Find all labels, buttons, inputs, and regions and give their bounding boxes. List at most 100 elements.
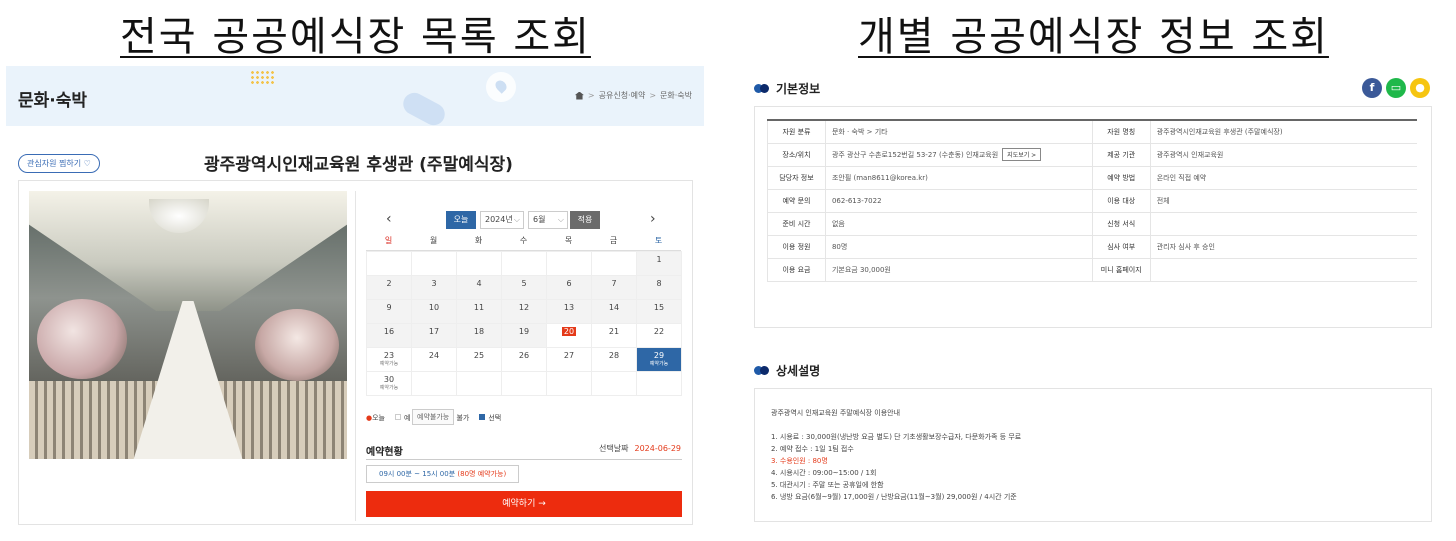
calendar-day[interactable]: 23 예약가능 bbox=[366, 347, 412, 372]
calendar-day[interactable]: 28 bbox=[591, 347, 637, 372]
chevron-down-icon: ⌵ bbox=[513, 215, 520, 224]
calendar-day[interactable]: 17 bbox=[411, 323, 457, 348]
calendar-day[interactable]: 13 bbox=[546, 299, 592, 324]
weekday-label: 목 bbox=[564, 236, 573, 245]
calendar-day[interactable]: 18 bbox=[456, 323, 502, 348]
year-select[interactable]: 2024년 ⌵ bbox=[480, 211, 524, 229]
next-month-button[interactable]: › bbox=[650, 211, 656, 227]
day-number: 26 bbox=[518, 351, 530, 360]
calendar-week: 16 17 18 19 20 21 22 bbox=[366, 323, 682, 348]
home-icon[interactable] bbox=[574, 91, 584, 100]
calendar-day[interactable]: 12 bbox=[501, 299, 547, 324]
calendar-day[interactable]: 24 bbox=[411, 347, 457, 372]
info-value: 062-613-7022 bbox=[825, 189, 1093, 213]
calendar-day[interactable]: 3 bbox=[411, 275, 457, 300]
detail-description: 광주광역시 인재교육원 주말예식장 이용안내 1. 시용료 : 30,000원(냉… bbox=[771, 407, 1021, 503]
day-number: 2 bbox=[386, 279, 392, 288]
info-value: 광주 광산구 수촌로152번길 53-27 (수춘동) 인재교육원 지도보기 > bbox=[825, 143, 1093, 167]
favorite-button[interactable]: 관심자원 찜하기 ♡ bbox=[18, 154, 100, 173]
legend-today: ●오늘 bbox=[366, 414, 385, 422]
day-number: 20 bbox=[561, 327, 577, 336]
info-key: 담당자 정보 bbox=[767, 166, 826, 190]
calendar-day[interactable]: 15 bbox=[636, 299, 682, 324]
day-number: 16 bbox=[383, 327, 395, 336]
breadcrumb-item[interactable]: 문화·숙박 bbox=[660, 90, 692, 101]
calendar-day[interactable]: 6 bbox=[546, 275, 592, 300]
calendar-day[interactable]: 20 bbox=[546, 323, 592, 348]
calendar-day[interactable]: 7 bbox=[591, 275, 637, 300]
detail-header: 상세설명 bbox=[754, 362, 820, 379]
calendar-day[interactable]: 16 bbox=[366, 323, 412, 348]
detail-box: 광주광역시 인재교육원 주말예식장 이용안내 1. 시용료 : 30,000원(냉… bbox=[754, 388, 1432, 522]
calendar-day[interactable]: 21 bbox=[591, 323, 637, 348]
calendar-day[interactable]: 30 예약가능 bbox=[366, 371, 412, 396]
calendar-week: 30 예약가능 bbox=[366, 371, 682, 396]
day-number: 17 bbox=[428, 327, 440, 336]
info-key: 예약 방법 bbox=[1091, 166, 1151, 190]
day-availability-note: 예약가능 bbox=[379, 385, 399, 391]
info-table: 자원 분류 문화 · 숙박 > 기타 자원 명칭 광주광역시인재교육원 후생관 (주말… bbox=[767, 119, 1417, 282]
info-key: 신청 서식 bbox=[1091, 212, 1151, 236]
info-key: 이용 정원 bbox=[767, 235, 826, 259]
calendar-day[interactable]: 2 bbox=[366, 275, 412, 300]
info-row: 이용 정원 80명 심사 여부 관리자 심사 후 승인 bbox=[767, 235, 1417, 259]
calendar-day[interactable]: 27 bbox=[546, 347, 592, 372]
info-value: 온라인 직접 예약 bbox=[1150, 166, 1417, 190]
calendar-day[interactable]: 4 bbox=[456, 275, 502, 300]
description-line: 3. 수용인원 : 80명 bbox=[771, 457, 828, 465]
calendar-day[interactable]: 19 bbox=[501, 323, 547, 348]
description-line: 2. 예약 접수 : 1일 1팀 접수 bbox=[771, 445, 854, 453]
prev-month-button[interactable]: ‹ bbox=[386, 211, 392, 227]
map-button[interactable]: 지도보기 > bbox=[1002, 148, 1042, 161]
calendar-day bbox=[591, 371, 637, 396]
reserve-button[interactable]: 예약하기 → bbox=[366, 491, 682, 517]
calendar-day[interactable]: 22 bbox=[636, 323, 682, 348]
reservation-status-title: 예약현황 bbox=[366, 447, 403, 458]
kakao-icon[interactable]: ● bbox=[1410, 78, 1430, 98]
legend-unavailable: 불가 bbox=[456, 414, 470, 422]
calendar-day[interactable]: 8 bbox=[636, 275, 682, 300]
calendar-day[interactable]: 14 bbox=[591, 299, 637, 324]
calendar-day[interactable]: 26 bbox=[501, 347, 547, 372]
calendar-day[interactable]: 29 예약가능 bbox=[636, 347, 682, 372]
info-key: 자원 명칭 bbox=[1091, 120, 1151, 144]
calendar-day bbox=[456, 371, 502, 396]
info-value: 조안필 (man8611@korea.kr) bbox=[825, 166, 1093, 190]
info-key: 제공 기관 bbox=[1091, 143, 1151, 167]
calendar-day[interactable]: 11 bbox=[456, 299, 502, 324]
breadcrumb-item[interactable]: 공유신청·예약 bbox=[599, 90, 646, 101]
weekday-label: 토 bbox=[654, 236, 663, 245]
venue-card: ‹ 오늘 2024년 ⌵ 6월 ⌵ 적용 › 일월화수목금토 1 2 3 4 5 6 7 8 9 10… bbox=[18, 180, 693, 525]
day-number: 5 bbox=[521, 279, 527, 288]
legend-reservable: 예 bbox=[395, 413, 410, 423]
info-row: 예약 문의 062-613-7022 이용 대상 전체 bbox=[767, 189, 1417, 213]
time-slot[interactable]: 09시 00분 ~ 15시 00분 (80명 예약가능) bbox=[366, 465, 520, 483]
calendar-week: 9 10 11 12 13 14 15 bbox=[366, 299, 682, 324]
info-value: 없음 bbox=[825, 212, 1093, 236]
weekday-label: 일 bbox=[384, 236, 393, 245]
calendar-day[interactable]: 10 bbox=[411, 299, 457, 324]
chevron-down-icon: ⌵ bbox=[557, 215, 564, 224]
calendar-day[interactable]: 25 bbox=[456, 347, 502, 372]
info-value: 광주광역시 인재교육원 bbox=[1150, 143, 1417, 167]
today-button[interactable]: 오늘 bbox=[446, 211, 476, 229]
calendar-day[interactable]: 9 bbox=[366, 299, 412, 324]
page-title: 문화·숙박 bbox=[18, 91, 88, 111]
month-select-value: 6월 bbox=[533, 215, 546, 224]
calendar-day[interactable]: 1 bbox=[636, 251, 682, 276]
apply-button[interactable]: 적용 bbox=[570, 211, 600, 229]
info-key: 예약 문의 bbox=[767, 189, 826, 213]
info-key: 이용 요금 bbox=[767, 258, 826, 282]
facebook-icon[interactable]: f bbox=[1362, 78, 1382, 98]
info-value: 관리자 심사 후 승인 bbox=[1150, 235, 1417, 259]
month-select[interactable]: 6월 ⌵ bbox=[528, 211, 568, 229]
info-value: 80명 bbox=[825, 235, 1093, 259]
section-bullet-icon bbox=[754, 84, 770, 93]
day-number: 30 bbox=[383, 375, 395, 384]
calendar-day[interactable]: 5 bbox=[501, 275, 547, 300]
description-line bbox=[771, 419, 1021, 431]
description-line: 1. 시용료 : 30,000원(냉난방 요금 별도) 단 기초생활보장수급자,… bbox=[771, 433, 1022, 441]
info-row: 자원 분류 문화 · 숙박 > 기타 자원 명칭 광주광역시인재교육원 후생관 (주말… bbox=[767, 120, 1417, 144]
line-icon[interactable]: ▭ bbox=[1386, 78, 1406, 98]
day-number: 7 bbox=[611, 279, 617, 288]
